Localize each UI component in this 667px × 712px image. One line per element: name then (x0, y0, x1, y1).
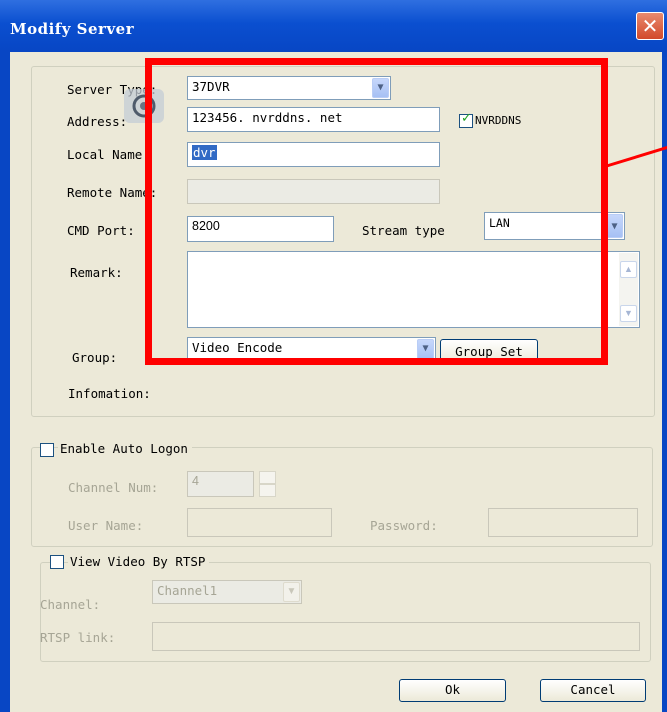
channel-num-spinner-down[interactable] (259, 484, 276, 497)
rtsp-link-input[interactable] (152, 622, 640, 651)
window-right-border (662, 52, 667, 712)
view-video-rtsp-label: View Video By RTSP (68, 554, 210, 569)
red-highlight-box (145, 58, 608, 365)
chevron-down-icon[interactable]: ▼ (283, 582, 300, 602)
local-name-label: Local Name: (67, 147, 150, 162)
scroll-down-icon[interactable]: ▼ (620, 305, 637, 322)
password-label: Password: (370, 518, 438, 533)
channel-select[interactable]: Channel1 ▼ (152, 580, 302, 604)
password-input[interactable] (488, 508, 638, 537)
cmd-port-label: CMD Port: (67, 223, 135, 238)
view-video-rtsp-checkbox[interactable] (50, 555, 64, 569)
chevron-down-icon[interactable]: ▼ (606, 214, 623, 238)
close-button[interactable]: ✕ (636, 12, 664, 40)
address-label: Address: (67, 114, 128, 129)
remote-name-label: Remote Name: (67, 185, 158, 200)
user-name-label: User Name: (68, 518, 144, 533)
channel-num-label: Channel Num: (68, 480, 159, 495)
user-name-input[interactable] (187, 508, 332, 537)
enable-auto-logon-label: Enable Auto Logon (58, 441, 192, 456)
channel-num-value: 4 (192, 474, 199, 488)
channel-label: Channel: (40, 597, 101, 612)
channel-value: Channel1 (157, 583, 218, 598)
channel-num-spinner-up[interactable] (259, 471, 276, 484)
title-bar[interactable]: Modify Server ✕ (0, 0, 667, 52)
remark-label: Remark: (70, 265, 123, 280)
window-title: Modify Server (10, 20, 135, 38)
rtsp-link-label: RTSP link: (40, 630, 116, 645)
modify-server-dialog: Modify Server ✕ Server Type: 37DVR ▼ Add… (0, 0, 667, 712)
information-label: Infomation: (68, 386, 151, 401)
cancel-button[interactable]: Cancel (540, 679, 646, 702)
ok-button[interactable]: Ok (399, 679, 506, 702)
group-label: Group: (72, 350, 118, 365)
enable-auto-logon-checkbox[interactable] (40, 443, 54, 457)
window-left-border (0, 52, 10, 712)
channel-num-input[interactable]: 4 (187, 471, 254, 497)
remark-scrollbar[interactable]: ▲ ▼ (619, 253, 638, 326)
scroll-up-icon[interactable]: ▲ (620, 261, 637, 278)
